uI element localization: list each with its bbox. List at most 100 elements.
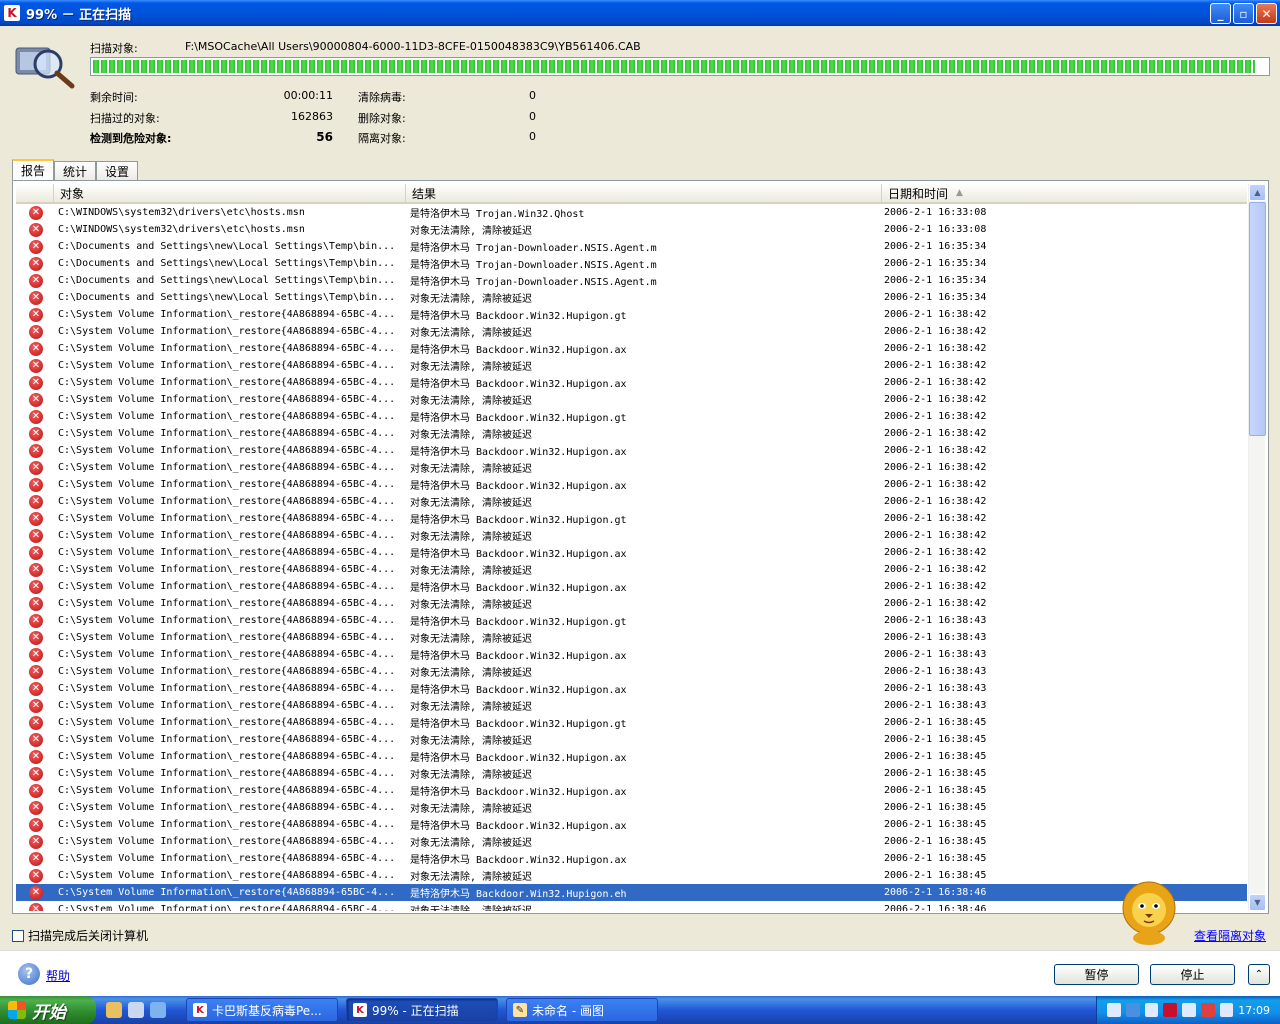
table-row[interactable]: ✕ C:\System Volume Information\_restore{4… bbox=[16, 731, 1247, 748]
table-row[interactable]: ✕ C:\System Volume Information\_restore{4… bbox=[16, 663, 1247, 680]
table-row[interactable]: ✕ C:\System Volume Information\_restore{4… bbox=[16, 357, 1247, 374]
object-cell: C:\System Volume Information\_restore{4A… bbox=[58, 360, 396, 371]
tray-volume-icon[interactable] bbox=[1219, 1003, 1234, 1017]
stop-button[interactable]: 停止 bbox=[1150, 964, 1235, 985]
table-row[interactable]: ✕ C:\System Volume Information\_restore{4… bbox=[16, 323, 1247, 340]
table-row[interactable]: ✕ C:\Documents and Settings\new\Local Set… bbox=[16, 238, 1247, 255]
table-row[interactable]: ✕ C:\System Volume Information\_restore{4… bbox=[16, 714, 1247, 731]
table-row[interactable]: ✕ C:\System Volume Information\_restore{4… bbox=[16, 833, 1247, 850]
table-row[interactable]: ✕ C:\System Volume Information\_restore{4… bbox=[16, 459, 1247, 476]
table-row[interactable]: ✕ C:\System Volume Information\_restore{4… bbox=[16, 867, 1247, 884]
tray-keyboard-icon[interactable] bbox=[1107, 1003, 1121, 1017]
table-row[interactable]: ✕ C:\Documents and Settings\new\Local Set… bbox=[16, 289, 1247, 306]
object-cell: C:\System Volume Information\_restore{4A… bbox=[58, 428, 396, 439]
object-cell: C:\Documents and Settings\new\Local Sett… bbox=[58, 292, 396, 303]
error-icon: ✕ bbox=[29, 222, 43, 237]
detected-label: 检测到危险对象: bbox=[90, 132, 172, 145]
quicklaunch-media-icon[interactable] bbox=[128, 1002, 144, 1018]
table-row[interactable]: ✕ C:\System Volume Information\_restore{4… bbox=[16, 680, 1247, 697]
tray-arrow-icon[interactable] bbox=[1125, 1003, 1140, 1017]
task-scanning[interactable]: K 99% - 正在扫描 bbox=[346, 998, 498, 1022]
col-object[interactable]: 对象 bbox=[54, 184, 406, 202]
result-cell: 对象无法清除, 清除被延迟 bbox=[410, 804, 533, 815]
status-cell: ✕ bbox=[16, 290, 56, 305]
table-row[interactable]: ✕ C:\System Volume Information\_restore{4… bbox=[16, 306, 1247, 323]
help-icon[interactable]: ? bbox=[18, 963, 40, 985]
status-cell: ✕ bbox=[16, 341, 56, 356]
maximize-button[interactable]: ▫ bbox=[1233, 3, 1254, 24]
table-row[interactable]: ✕ C:\System Volume Information\_restore{4… bbox=[16, 408, 1247, 425]
tray-network-icon[interactable] bbox=[1144, 1003, 1159, 1017]
table-row[interactable]: ✕ C:\System Volume Information\_restore{4… bbox=[16, 374, 1247, 391]
table-row[interactable]: ✕ C:\System Volume Information\_restore{4… bbox=[16, 476, 1247, 493]
collapse-button[interactable]: ⌃ bbox=[1248, 964, 1270, 985]
tray-security-icon[interactable] bbox=[1182, 1003, 1196, 1017]
help-link[interactable]: 帮助 bbox=[46, 967, 70, 984]
quarantined-label: 隔离对象: bbox=[358, 132, 406, 145]
result-cell: 是特洛伊木马 Backdoor.Win32.Hupigon.ax bbox=[410, 379, 627, 390]
task-kaspersky[interactable]: K 卡巴斯基反病毒Pe... bbox=[186, 998, 338, 1022]
vertical-scrollbar[interactable]: ▲ ▼ bbox=[1248, 184, 1266, 911]
scroll-thumb[interactable] bbox=[1249, 202, 1266, 436]
table-row[interactable]: ✕ C:\System Volume Information\_restore{4… bbox=[16, 340, 1247, 357]
col-datetime[interactable]: 日期和时间 ▲ bbox=[882, 184, 1247, 202]
start-button[interactable]: 开始 bbox=[0, 996, 96, 1024]
table-body: ✕ C:\WINDOWS\system32\drivers\etc\hosts.m… bbox=[16, 204, 1247, 911]
status-cell: ✕ bbox=[16, 460, 56, 475]
table-row[interactable]: ✕ C:\System Volume Information\_restore{4… bbox=[16, 612, 1247, 629]
task-paint[interactable]: ✎ 未命名 - 画图 bbox=[506, 998, 658, 1022]
quicklaunch-browser-icon[interactable] bbox=[106, 1002, 122, 1018]
shutdown-checkbox[interactable] bbox=[12, 929, 24, 942]
table-row[interactable]: ✕ C:\System Volume Information\_restore{4… bbox=[16, 748, 1247, 765]
table-row[interactable]: ✕ C:\System Volume Information\_restore{4… bbox=[16, 561, 1247, 578]
table-row[interactable]: ✕ C:\System Volume Information\_restore{4… bbox=[16, 391, 1247, 408]
table-row[interactable]: ✕ C:\System Volume Information\_restore{4… bbox=[16, 425, 1247, 442]
error-icon: ✕ bbox=[29, 630, 43, 645]
table-row[interactable]: ✕ C:\System Volume Information\_restore{4… bbox=[16, 510, 1247, 527]
view-quarantine-link[interactable]: 查看隔离对象 bbox=[1194, 927, 1266, 944]
pause-button[interactable]: 暂停 bbox=[1054, 964, 1139, 985]
table-row[interactable]: ✕ C:\WINDOWS\system32\drivers\etc\hosts.m… bbox=[16, 204, 1247, 221]
table-row[interactable]: ✕ C:\System Volume Information\_restore{4… bbox=[16, 816, 1247, 833]
status-cell: ✕ bbox=[16, 579, 56, 594]
table-row[interactable]: ✕ C:\System Volume Information\_restore{4… bbox=[16, 578, 1247, 595]
scroll-down-button[interactable]: ▼ bbox=[1249, 894, 1266, 911]
object-cell: C:\System Volume Information\_restore{4A… bbox=[58, 836, 396, 847]
error-icon: ✕ bbox=[29, 545, 43, 560]
tab-statistics[interactable]: 统计 bbox=[54, 161, 97, 180]
datetime-cell: 2006-2-1 16:38:45 bbox=[884, 853, 987, 864]
status-cell: ✕ bbox=[16, 715, 56, 730]
table-row[interactable]: ✕ C:\System Volume Information\_restore{4… bbox=[16, 527, 1247, 544]
table-row[interactable]: ✕ C:\System Volume Information\_restore{4… bbox=[16, 697, 1247, 714]
close-button[interactable]: ✕ bbox=[1256, 3, 1277, 24]
quicklaunch-ie-icon[interactable] bbox=[150, 1002, 166, 1018]
table-row[interactable]: ✕ C:\System Volume Information\_restore{4… bbox=[16, 493, 1247, 510]
table-row[interactable]: ✕ C:\System Volume Information\_restore{4… bbox=[16, 799, 1247, 816]
table-row[interactable]: ✕ C:\System Volume Information\_restore{4… bbox=[16, 646, 1247, 663]
table-row[interactable]: ✕ C:\System Volume Information\_restore{4… bbox=[16, 629, 1247, 646]
object-cell: C:\Documents and Settings\new\Local Sett… bbox=[58, 258, 396, 269]
error-icon: ✕ bbox=[29, 460, 43, 475]
col-result[interactable]: 结果 bbox=[406, 184, 882, 202]
tray-ime-icon[interactable] bbox=[1200, 1003, 1215, 1017]
table-row[interactable]: ✕ C:\System Volume Information\_restore{4… bbox=[16, 765, 1247, 782]
table-row[interactable]: ✕ C:\System Volume Information\_restore{4… bbox=[16, 782, 1247, 799]
table-row[interactable]: ✕ C:\Documents and Settings\new\Local Set… bbox=[16, 272, 1247, 289]
object-cell: C:\System Volume Information\_restore{4A… bbox=[58, 479, 396, 490]
table-row[interactable]: ✕ C:\System Volume Information\_restore{4… bbox=[16, 544, 1247, 561]
table-row[interactable]: ✕ C:\WINDOWS\system32\drivers\etc\hosts.m… bbox=[16, 221, 1247, 238]
table-row[interactable]: ✕ C:\System Volume Information\_restore{4… bbox=[16, 884, 1247, 901]
scroll-up-button[interactable]: ▲ bbox=[1249, 184, 1266, 201]
table-row[interactable]: ✕ C:\System Volume Information\_restore{4… bbox=[16, 442, 1247, 459]
result-cell: 是特洛伊木马 Backdoor.Win32.Hupigon.ax bbox=[410, 753, 627, 764]
tab-settings[interactable]: 设置 bbox=[96, 161, 139, 180]
tray-kaspersky-icon[interactable] bbox=[1163, 1003, 1177, 1017]
minimize-button[interactable]: _ bbox=[1210, 3, 1231, 24]
table-row[interactable]: ✕ C:\System Volume Information\_restore{4… bbox=[16, 901, 1247, 911]
shutdown-option[interactable]: 扫描完成后关闭计算机 bbox=[12, 927, 148, 944]
result-cell: 是特洛伊木马 Backdoor.Win32.Hupigon.gt bbox=[410, 617, 627, 628]
table-row[interactable]: ✕ C:\Documents and Settings\new\Local Set… bbox=[16, 255, 1247, 272]
table-row[interactable]: ✕ C:\System Volume Information\_restore{4… bbox=[16, 595, 1247, 612]
tab-report[interactable]: 报告 bbox=[12, 159, 55, 180]
table-row[interactable]: ✕ C:\System Volume Information\_restore{4… bbox=[16, 850, 1247, 867]
